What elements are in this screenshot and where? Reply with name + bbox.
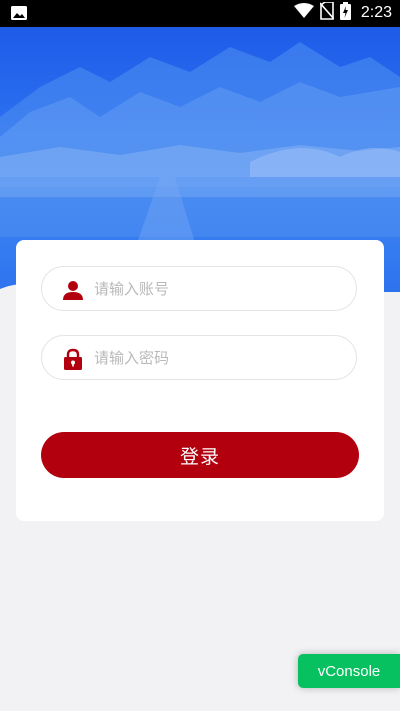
login-card: 登录	[16, 240, 384, 521]
username-input[interactable]	[94, 275, 344, 303]
lock-icon	[62, 348, 84, 370]
login-button[interactable]: 登录	[41, 432, 359, 478]
wifi-icon	[293, 3, 314, 23]
password-field[interactable]	[41, 335, 357, 380]
status-bar: 2:23	[0, 0, 400, 27]
battery-charging-icon	[339, 2, 351, 24]
user-icon	[62, 279, 84, 301]
username-field[interactable]	[41, 266, 357, 311]
image-icon	[10, 5, 28, 21]
password-input[interactable]	[94, 344, 344, 372]
status-time: 2:23	[360, 4, 392, 21]
no-sim-icon	[319, 1, 335, 24]
vconsole-button[interactable]: vConsole	[298, 654, 400, 688]
